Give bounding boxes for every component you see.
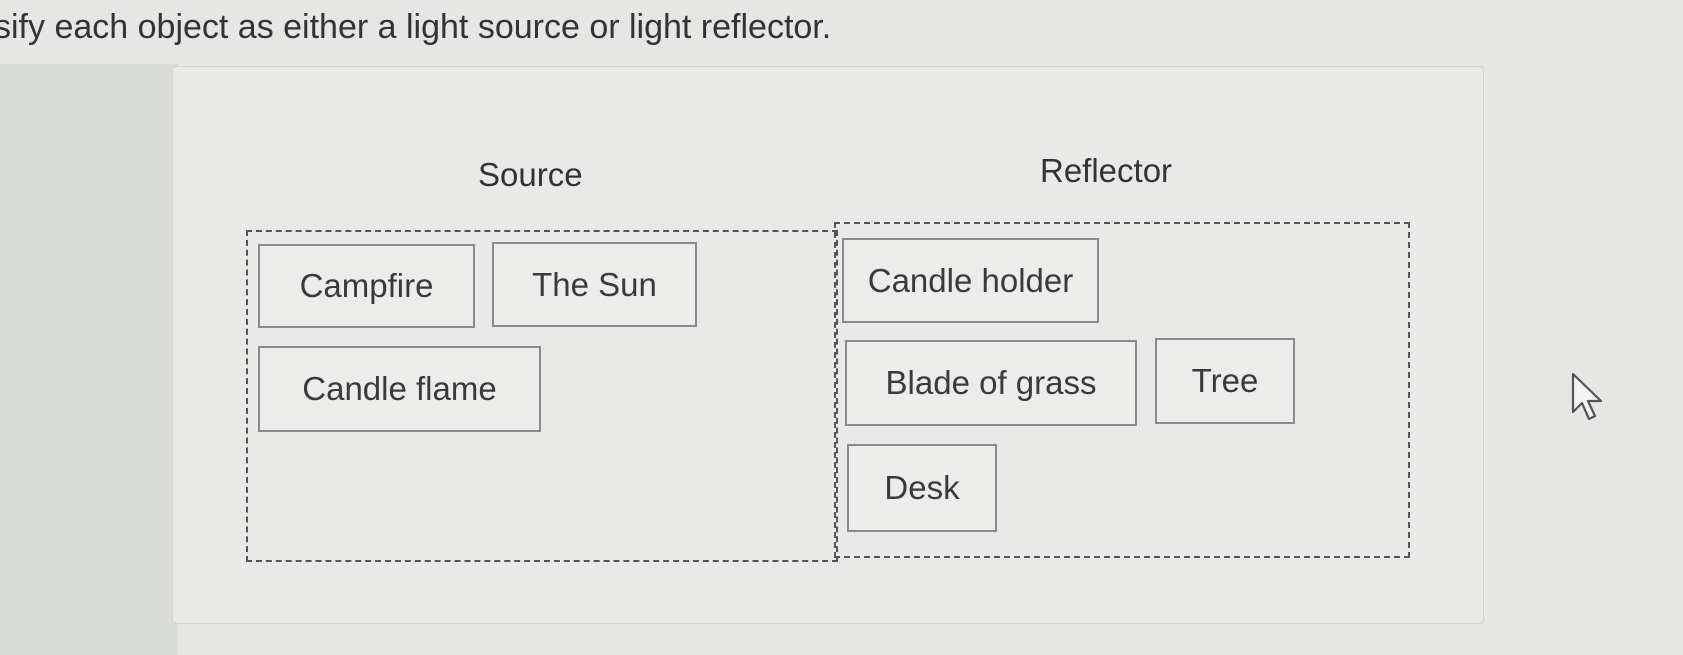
tile-the-sun[interactable]: The Sun [492,242,697,327]
mouse-pointer-icon [1571,372,1603,421]
source-heading: Source [478,156,583,193]
tile-candle-holder[interactable]: Candle holder [842,238,1099,323]
tile-tree[interactable]: Tree [1155,338,1295,424]
reflector-heading: Reflector [1040,152,1173,189]
tile-blade-of-grass[interactable]: Blade of grass [845,340,1137,426]
instructions-text: sify each object as either a light sourc… [0,8,832,46]
left-margin-strip [0,64,178,655]
tile-campfire[interactable]: Campfire [258,244,475,328]
tile-candle-flame[interactable]: Candle flame [258,346,541,432]
tile-desk[interactable]: Desk [847,444,997,532]
